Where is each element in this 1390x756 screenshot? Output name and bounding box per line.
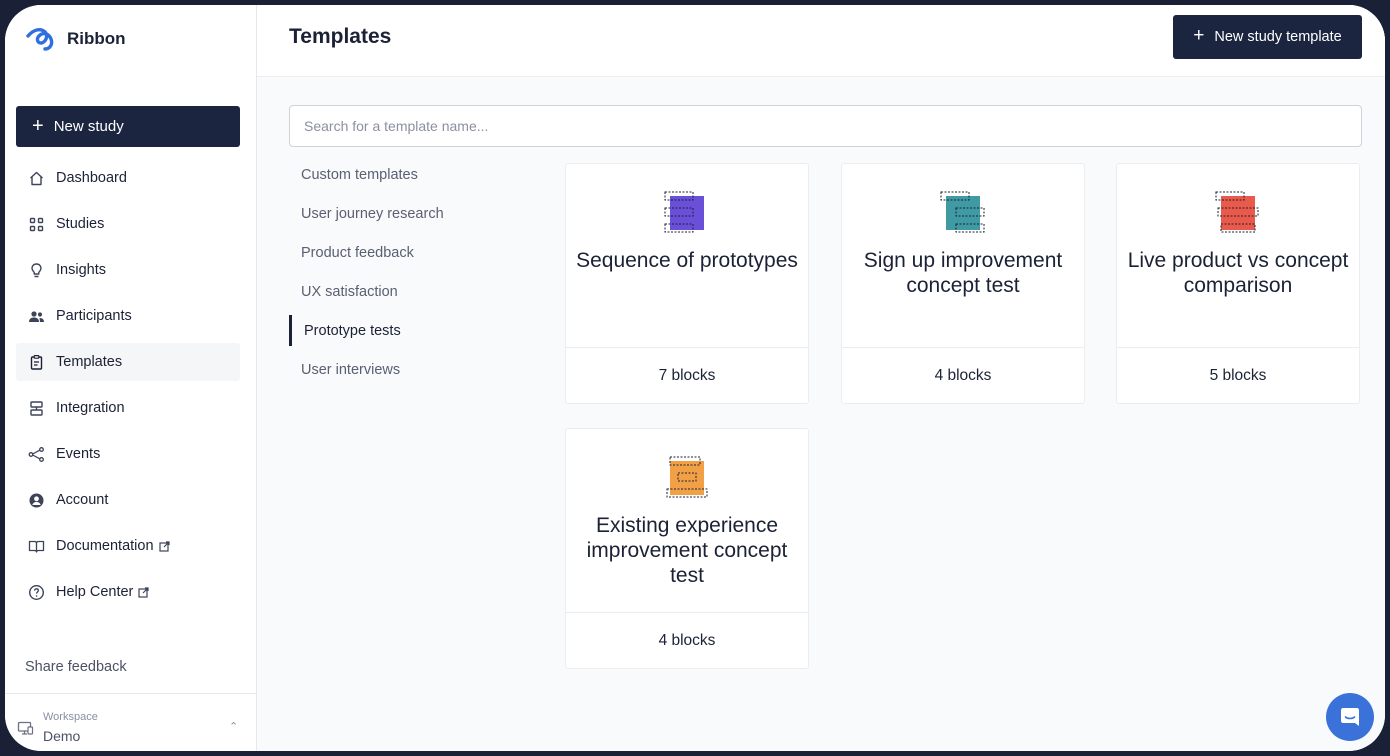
card-body: Sequence of prototypes xyxy=(566,164,808,348)
sequence-blocks-icon xyxy=(664,191,704,233)
share-nodes-icon xyxy=(28,446,44,462)
sidebar-item-integration[interactable]: Integration xyxy=(16,389,240,427)
chat-icon xyxy=(1341,708,1359,726)
sidebar-item-label: Dashboard xyxy=(56,170,127,186)
plus-icon: + xyxy=(1193,25,1205,46)
card-body: Sign up improvement concept test xyxy=(842,164,1084,348)
template-card[interactable]: Sign up improvement concept test 4 block… xyxy=(841,163,1085,404)
card-title: Live product vs concept comparison xyxy=(1127,249,1349,297)
category-user-interviews[interactable]: User interviews xyxy=(289,354,529,385)
sidebar-nav: Dashboard Studies Insights Participants … xyxy=(16,159,240,619)
brand-name: Ribbon xyxy=(67,29,126,48)
new-study-template-button[interactable]: + New study template xyxy=(1173,15,1362,59)
new-template-label: New study template xyxy=(1214,29,1342,45)
template-search-input[interactable] xyxy=(289,105,1362,147)
sidebar-item-studies[interactable]: Studies xyxy=(16,205,240,243)
template-card[interactable]: Existing experience improvement concept … xyxy=(565,428,809,669)
home-icon xyxy=(30,171,43,185)
external-link-icon xyxy=(158,540,170,552)
workspace-name: Demo xyxy=(43,728,81,744)
users-icon xyxy=(29,310,44,322)
workspace-switcher[interactable]: Workspace Demo ⌃ xyxy=(5,693,257,751)
clipboard-icon xyxy=(30,354,43,370)
card-body: Live product vs concept comparison xyxy=(1117,164,1359,348)
card-block-count: 7 blocks xyxy=(658,366,716,384)
integration-icon xyxy=(30,400,43,416)
template-categories: Custom templates User journey research P… xyxy=(289,159,529,393)
book-icon xyxy=(28,540,45,553)
card-title: Sequence of prototypes xyxy=(576,249,798,272)
page-title: Templates xyxy=(289,25,392,48)
card-title: Existing experience improvement concept … xyxy=(586,514,788,587)
template-card[interactable]: Live product vs concept comparison 5 blo… xyxy=(1116,163,1360,404)
sidebar-item-label: Integration xyxy=(56,400,125,416)
sidebar-item-label: Insights xyxy=(56,262,106,278)
help-circle-icon xyxy=(28,584,45,600)
user-circle-icon xyxy=(29,493,44,507)
monitor-icon xyxy=(17,721,34,735)
new-study-label: New study xyxy=(53,118,124,135)
sidebar-item-account[interactable]: Account xyxy=(16,481,240,519)
external-link-icon xyxy=(138,586,149,598)
sidebar-item-help-center[interactable]: Help Center xyxy=(16,573,240,611)
sidebar-item-documentation[interactable]: Documentation xyxy=(16,527,240,565)
card-block-count: 5 blocks xyxy=(1209,366,1267,384)
sidebar: Ribbon + New study Dashboard Studies Ins… xyxy=(5,5,257,751)
app-window: Ribbon + New study Dashboard Studies Ins… xyxy=(5,5,1385,751)
sidebar-item-label: Events xyxy=(56,446,101,462)
ribbon-logo-icon xyxy=(26,27,54,51)
topbar: Templates + New study template xyxy=(257,5,1385,77)
sidebar-item-label: Account xyxy=(56,492,109,508)
new-study-button[interactable]: + New study xyxy=(16,106,240,147)
template-card[interactable]: Sequence of prototypes 7 blocks xyxy=(565,163,809,404)
card-title: Sign up improvement concept test xyxy=(863,249,1063,297)
sidebar-item-label: Documentation xyxy=(56,538,154,554)
lightbulb-icon xyxy=(31,262,42,277)
chevron-up-icon: ⌃ xyxy=(229,721,239,733)
grid-icon xyxy=(29,217,44,231)
category-custom-templates[interactable]: Custom templates xyxy=(289,159,529,190)
sidebar-item-events[interactable]: Events xyxy=(16,435,240,473)
share-feedback-link[interactable]: Share feedback xyxy=(25,659,127,675)
main-content: Templates + New study template Custom te… xyxy=(257,5,1385,751)
brand[interactable]: Ribbon xyxy=(25,25,126,53)
sidebar-item-label: Studies xyxy=(56,216,105,232)
sidebar-item-label: Templates xyxy=(56,354,123,370)
category-user-journey-research[interactable]: User journey research xyxy=(289,198,529,229)
category-product-feedback[interactable]: Product feedback xyxy=(289,237,529,268)
sidebar-item-label: Help Center xyxy=(56,584,134,600)
sidebar-item-templates[interactable]: Templates xyxy=(16,343,240,381)
card-block-count: 4 blocks xyxy=(934,366,992,384)
chat-launcher-button[interactable] xyxy=(1326,693,1374,741)
category-ux-satisfaction[interactable]: UX satisfaction xyxy=(289,276,529,307)
sidebar-item-insights[interactable]: Insights xyxy=(16,251,240,289)
workspace-label: Workspace xyxy=(43,711,98,723)
plus-icon: + xyxy=(32,114,44,137)
improvement-blocks-icon xyxy=(666,456,708,498)
sidebar-item-label: Participants xyxy=(56,308,132,324)
card-block-count: 4 blocks xyxy=(658,631,716,649)
concept-blocks-icon xyxy=(940,191,985,233)
card-body: Existing experience improvement concept … xyxy=(566,429,808,613)
category-prototype-tests[interactable]: Prototype tests xyxy=(289,315,529,346)
comparison-blocks-icon xyxy=(1215,191,1259,233)
sidebar-item-participants[interactable]: Participants xyxy=(16,297,240,335)
sidebar-item-dashboard[interactable]: Dashboard xyxy=(16,159,240,197)
